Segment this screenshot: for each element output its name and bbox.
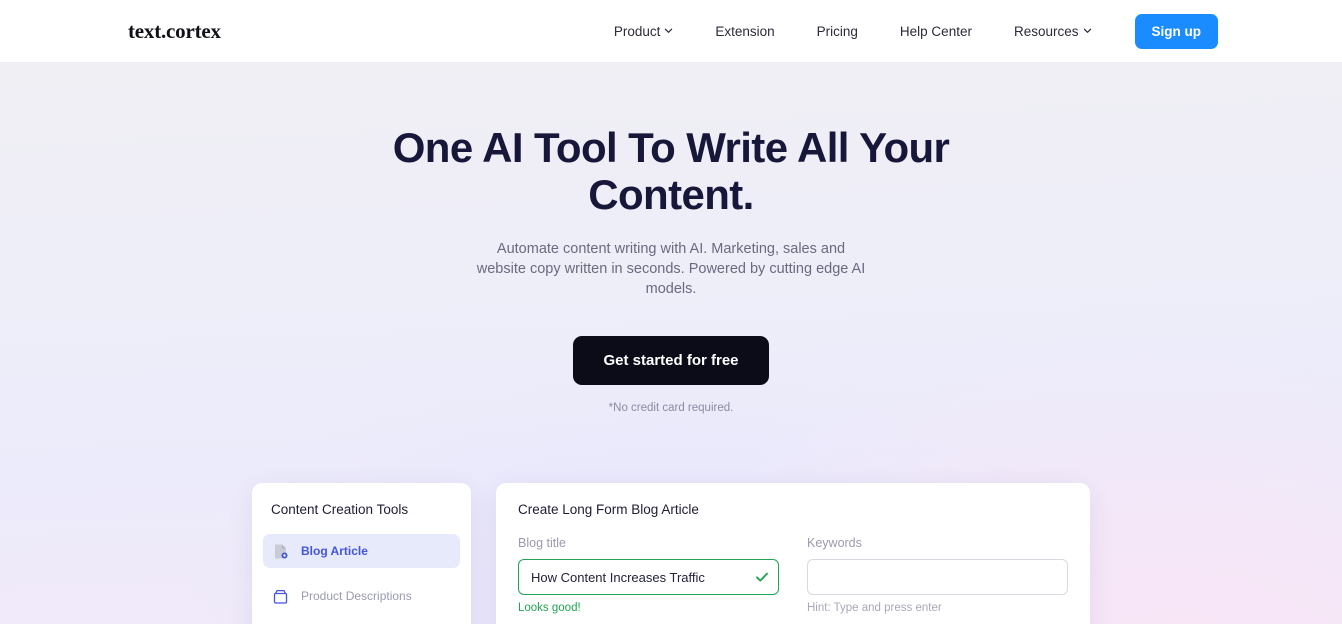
form-fields-row: Blog title Looks good! Keywords <box>518 536 1068 614</box>
nav-link-help-center[interactable]: Help Center <box>879 24 993 39</box>
hero-section: One AI Tool To Write All Your Content. A… <box>0 62 1342 624</box>
sidebar-item-product-descriptions[interactable]: Product Descriptions <box>263 579 460 613</box>
nav-link-product[interactable]: Product <box>593 24 695 39</box>
keywords-input[interactable] <box>807 559 1068 595</box>
blog-title-field-group: Blog title Looks good! <box>518 536 779 614</box>
tools-panel-title: Content Creation Tools <box>271 502 409 517</box>
sidebar-item-label: Product Descriptions <box>301 589 412 603</box>
page-root: text.cortex Product Extension Pricing He… <box>0 0 1342 624</box>
nav-link-label: Extension <box>715 23 775 39</box>
nav-link-label: Product <box>613 23 661 39</box>
hero-content: One AI Tool To Write All Your Content. A… <box>0 62 1342 414</box>
keywords-helper-text: Hint: Type and press enter <box>807 602 942 614</box>
form-panel-title: Create Long Form Blog Article <box>518 502 699 517</box>
nav-link-label: Resources <box>1013 23 1079 39</box>
nav-link-resources[interactable]: Resources <box>993 24 1113 39</box>
blog-title-helper-text: Looks good! <box>518 602 581 614</box>
document-icon <box>272 543 289 560</box>
keywords-input-shell <box>807 559 1068 595</box>
chevron-down-icon <box>1083 26 1092 35</box>
content-creation-tools-panel: Content Creation Tools Blog Article Prod… <box>252 483 471 624</box>
blog-title-label: Blog title <box>518 536 566 550</box>
get-started-button[interactable]: Get started for free <box>573 336 769 385</box>
nav-link-label: Pricing <box>816 23 858 39</box>
keywords-field-group: Keywords Hint: Type and press enter <box>807 536 1068 614</box>
app-preview-inner: Content Creation Tools Blog Article Prod… <box>252 483 1090 624</box>
nav-links-group: Product Extension Pricing Help Center Re… <box>593 13 1218 49</box>
top-navigation-bar: text.cortex Product Extension Pricing He… <box>0 0 1342 62</box>
blog-title-input[interactable] <box>518 559 779 595</box>
app-preview: Content Creation Tools Blog Article Prod… <box>0 483 1342 624</box>
box-icon <box>272 588 289 605</box>
nav-link-label: Help Center <box>899 23 972 39</box>
no-credit-card-note: *No credit card required. <box>608 402 734 414</box>
sidebar-item-label: Blog Article <box>301 544 368 558</box>
brand-logo[interactable]: text.cortex <box>128 19 221 44</box>
create-article-form-panel: Create Long Form Blog Article Blog title… <box>496 483 1090 624</box>
hero-subtitle: Automate content writing with AI. Market… <box>476 241 866 297</box>
sidebar-item-blog-article[interactable]: Blog Article <box>263 534 460 568</box>
sign-up-button[interactable]: Sign up <box>1134 13 1218 49</box>
chevron-down-icon <box>664 26 673 35</box>
keywords-label: Keywords <box>807 536 862 550</box>
nav-link-extension[interactable]: Extension <box>694 24 795 39</box>
blog-title-input-shell <box>518 559 779 595</box>
page-title: One AI Tool To Write All Your Content. <box>392 124 950 218</box>
nav-link-pricing[interactable]: Pricing <box>796 24 879 39</box>
